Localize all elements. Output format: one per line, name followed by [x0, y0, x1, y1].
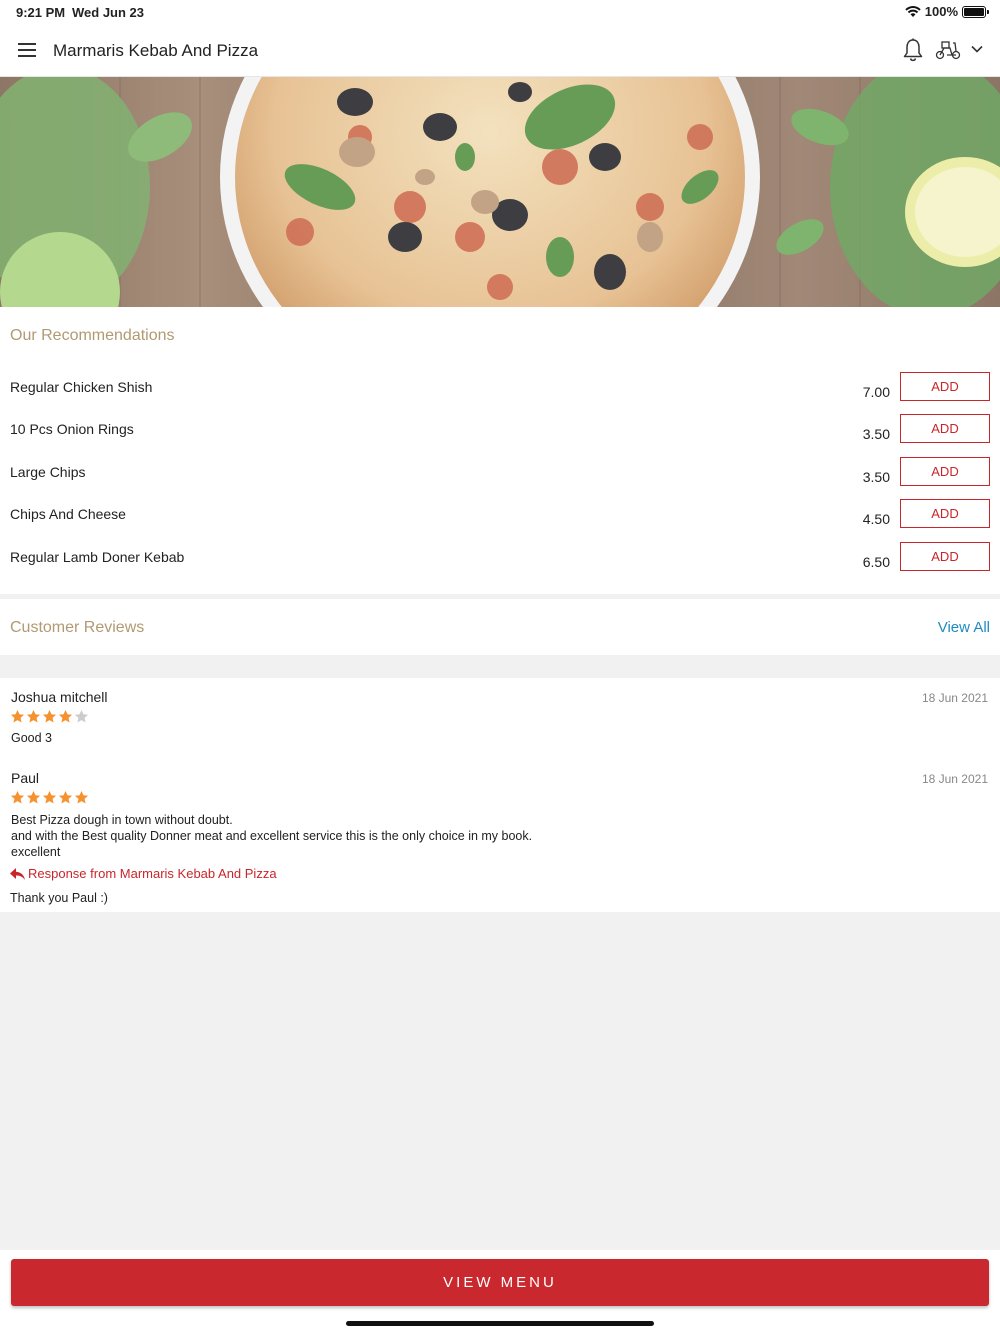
reply-arrow-icon [10, 867, 25, 880]
recommendation-item: Regular Chicken Shish 7.00 ADD [0, 372, 1000, 421]
add-button[interactable]: ADD [900, 499, 990, 528]
item-name: Regular Lamb Doner Kebab [10, 549, 185, 565]
hero-banner-image [0, 77, 1000, 307]
reviewer-name: Joshua mitchell [11, 689, 108, 705]
response-label: Response from Marmaris Kebab And Pizza [28, 866, 277, 881]
item-price: 3.50 [862, 426, 890, 442]
item-price: 6.50 [862, 554, 890, 570]
chevron-down-icon[interactable] [970, 42, 984, 56]
home-indicator [346, 1321, 654, 1326]
recommendation-item: 10 Pcs Onion Rings 3.50 ADD [0, 414, 1000, 463]
recommendation-item: Chips And Cheese 4.50 ADD [0, 499, 1000, 548]
star-filled-icon [42, 709, 57, 723]
item-name: 10 Pcs Onion Rings [10, 421, 134, 437]
recommendations-section: Our Recommendations Regular Chicken Shis… [0, 307, 1000, 594]
review-text-line: and with the Best quality Donner meat an… [11, 829, 533, 843]
reviews-list: Joshua mitchell 18 Jun 2021 Good 3 Paul … [0, 678, 1000, 912]
owner-response-label: Response from Marmaris Kebab And Pizza [10, 866, 277, 881]
review-text-line: Best Pizza dough in town without doubt. [11, 813, 233, 827]
review-date: 18 Jun 2021 [921, 772, 988, 786]
status-bar: 9:21 PM Wed Jun 23 100% [0, 0, 1000, 24]
status-right: 100% [905, 4, 989, 19]
review-text: Good 3 [11, 731, 53, 745]
item-price: 3.50 [862, 469, 890, 485]
item-price: 7.00 [862, 384, 890, 400]
star-filled-icon [26, 790, 41, 804]
recommendations-title: Our Recommendations [10, 327, 175, 344]
review-text: Best Pizza dough in town without doubt. … [11, 812, 532, 860]
star-rating [10, 790, 89, 805]
owner-response-text: Thank you Paul :) [10, 891, 108, 905]
item-name: Large Chips [10, 464, 86, 480]
scooter-icon[interactable] [935, 39, 961, 61]
star-filled-icon [10, 709, 25, 723]
star-filled-icon [10, 790, 25, 804]
item-name: Regular Chicken Shish [10, 379, 153, 395]
item-name: Chips And Cheese [10, 506, 126, 522]
hamburger-icon[interactable] [18, 43, 36, 57]
status-date: Wed Jun 23 [72, 5, 145, 20]
item-price: 4.50 [862, 511, 890, 527]
reviewer-name: Paul [11, 770, 40, 786]
recommendation-item: Large Chips 3.50 ADD [0, 457, 1000, 506]
reviews-title: Customer Reviews [10, 619, 145, 636]
add-button[interactable]: ADD [900, 457, 990, 486]
star-filled-icon [58, 790, 73, 804]
review-text-line: excellent [11, 845, 61, 859]
app-header: Marmaris Kebab And Pizza [0, 24, 1000, 77]
add-button[interactable]: ADD [900, 414, 990, 443]
add-button[interactable]: ADD [900, 542, 990, 571]
battery-percent: 100% [924, 4, 958, 19]
star-filled-icon [42, 790, 57, 804]
star-filled-icon [26, 709, 41, 723]
status-time: 9:21 PM [16, 5, 66, 20]
reviews-header: Customer Reviews View All [0, 599, 1000, 655]
bell-icon[interactable] [902, 38, 924, 62]
recommendation-item: Regular Lamb Doner Kebab 6.50 ADD [0, 542, 1000, 591]
view-all-link[interactable]: View All [938, 619, 990, 636]
add-button[interactable]: ADD [900, 372, 990, 401]
star-filled-icon [74, 790, 89, 804]
wifi-icon [905, 5, 921, 17]
star-rating [10, 709, 89, 724]
star-filled-icon [58, 709, 73, 723]
battery-icon [962, 5, 989, 18]
restaurant-title: Marmaris Kebab And Pizza [53, 41, 259, 60]
star-empty-icon [74, 709, 89, 723]
review-date: 18 Jun 2021 [921, 691, 988, 705]
view-menu-button[interactable]: VIEW MENU [11, 1259, 989, 1306]
